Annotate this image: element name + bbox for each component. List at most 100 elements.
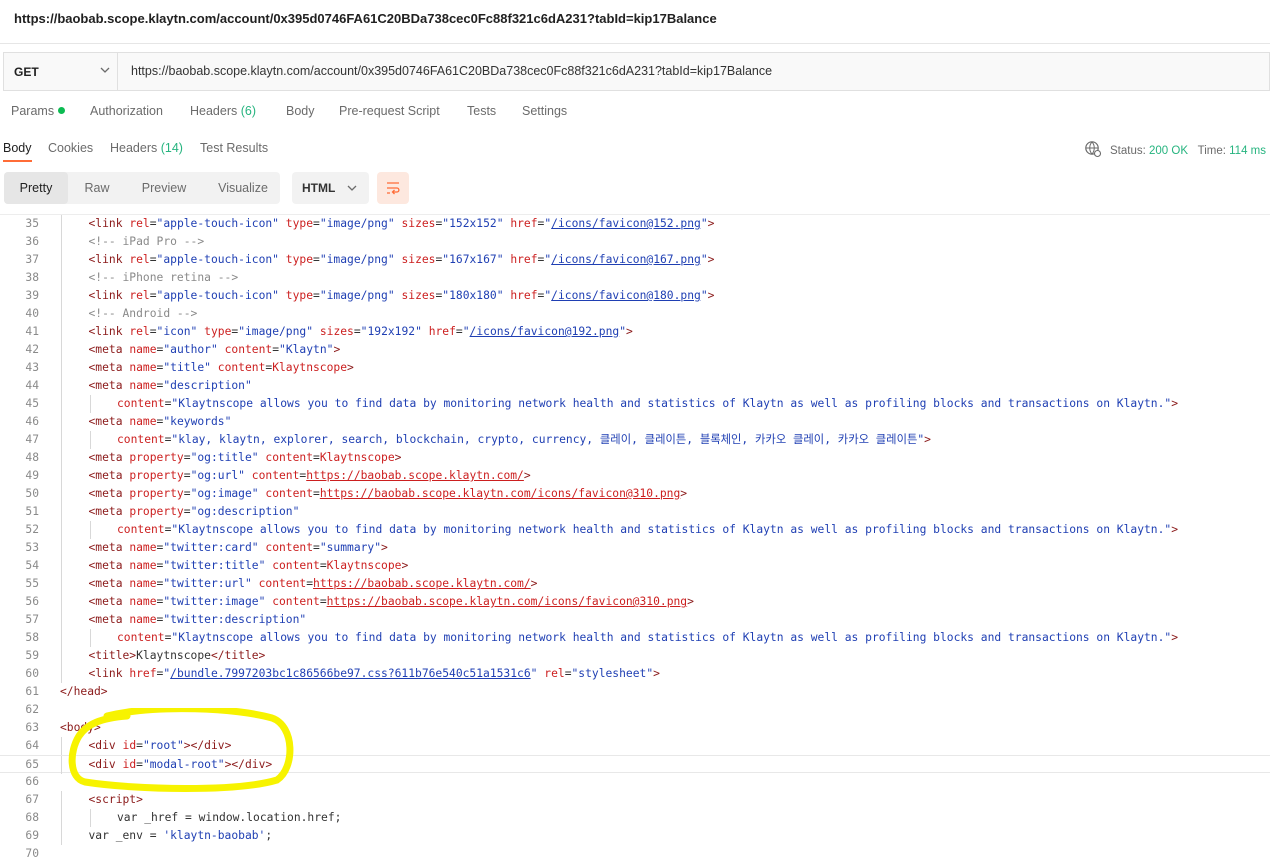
view-visualize-button[interactable]: Visualize — [206, 172, 280, 204]
code-text: content="Klaytnscope allows you to find … — [117, 397, 1179, 410]
indent-guide — [61, 269, 62, 287]
code-line: 40 <!-- Android --> — [0, 305, 1270, 323]
tab-label: Authorization — [90, 104, 163, 118]
tab-body[interactable]: Body — [286, 104, 315, 118]
response-status: Status: 200 OK Time: 114 ms — [1084, 140, 1266, 158]
line-number: 37 — [25, 253, 39, 266]
code-text: <meta name="description" — [88, 379, 252, 392]
code-line: 38 <!-- iPhone retina --> — [0, 269, 1270, 287]
indent-guide — [61, 449, 62, 467]
tab-settings[interactable]: Settings — [522, 104, 567, 118]
code-line: 42 <meta name="author" content="Klaytn"> — [0, 341, 1270, 359]
resp-tab-body[interactable]: Body — [3, 141, 32, 162]
line-number: 41 — [25, 325, 39, 338]
time-value[interactable]: 114 ms — [1229, 145, 1266, 157]
tab-label: Test Results — [200, 141, 269, 155]
line-number: 63 — [25, 721, 39, 734]
code-line: 62 — [0, 701, 1270, 719]
line-number: 46 — [25, 415, 39, 428]
code-line: 57 <meta name="twitter:description" — [0, 611, 1270, 629]
indent-guide — [61, 233, 62, 251]
indent-guide — [61, 359, 62, 377]
status-value[interactable]: 200 OK — [1149, 145, 1188, 157]
resp-tab-cookies[interactable]: Cookies — [48, 141, 93, 155]
code-line: 39 <link rel="apple-touch-icon" type="ima… — [0, 287, 1270, 305]
code-text: <meta property="og:image" content=https:… — [88, 487, 688, 500]
tab-label: Body — [286, 104, 315, 118]
format-label: HTML — [302, 181, 336, 195]
code-text: <meta name="keywords" — [88, 415, 232, 428]
line-number: 65 — [25, 758, 39, 771]
tab-authorization[interactable]: Authorization — [90, 104, 163, 118]
tab-label: Cookies — [48, 141, 94, 155]
code-text: var _env = 'klaytn-baobab'; — [88, 829, 273, 842]
tab-headers[interactable]: Headers (6) — [190, 104, 256, 118]
code-line: 56 <meta name="twitter:image" content=htt… — [0, 593, 1270, 611]
indent-guide — [61, 287, 62, 305]
tab-params[interactable]: Params — [11, 104, 66, 118]
indent-guide — [61, 431, 62, 449]
line-number: 35 — [25, 217, 39, 230]
line-number: 47 — [25, 433, 39, 446]
indent-guide — [89, 629, 91, 647]
line-number: 66 — [25, 775, 39, 788]
line-number: 57 — [25, 613, 39, 626]
resp-tab-test-results[interactable]: Test Results — [200, 141, 268, 155]
response-body-editor[interactable]: 35 <link rel="apple-touch-icon" type="ima… — [0, 214, 1270, 866]
indent-guide — [61, 305, 62, 323]
view-raw-button[interactable]: Raw — [72, 172, 122, 204]
tab-count: (6) — [240, 104, 257, 118]
view-preview-button[interactable]: Preview — [128, 172, 200, 204]
globe-icon[interactable] — [1084, 140, 1102, 158]
chevron-down-icon — [100, 67, 110, 73]
url-input[interactable]: https://baobab.scope.klaytn.com/account/… — [131, 64, 772, 78]
code-text: <meta property="og:url" content=https://… — [88, 469, 531, 482]
view-pretty-button[interactable]: Pretty — [4, 172, 68, 204]
request-bar: GET https://baobab.scope.klaytn.com/acco… — [3, 52, 1270, 91]
code-text: <meta name="twitter:card" content="summa… — [88, 541, 388, 554]
line-number: 40 — [25, 307, 39, 320]
indent-guide — [89, 431, 91, 449]
code-text: <meta name="author" content="Klaytn"> — [88, 343, 341, 356]
format-select[interactable]: HTML — [292, 172, 369, 204]
line-number: 53 — [25, 541, 39, 554]
line-number: 36 — [25, 235, 39, 248]
line-number: 58 — [25, 631, 39, 644]
code-line: 58 content="Klaytnscope allows you to fin… — [0, 629, 1270, 647]
wrap-lines-icon — [387, 182, 400, 195]
code-line: 55 <meta name="twitter:url" content=https… — [0, 575, 1270, 593]
tab-tests[interactable]: Tests — [467, 104, 496, 118]
tab-pre-request-script[interactable]: Pre-request Script — [339, 104, 440, 118]
code-line: 60 <link href="/bundle.7997203bc1c86566be… — [0, 665, 1270, 683]
code-line: 54 <meta name="twitter:title" content=Kla… — [0, 557, 1270, 575]
code-line: 45 content="Klaytnscope allows you to fin… — [0, 395, 1270, 413]
method-select[interactable]: GET — [4, 53, 118, 90]
indent-guide — [89, 809, 91, 827]
code-line: 69 var _env = 'klaytn-baobab'; — [0, 827, 1270, 845]
tab-label: Params — [11, 104, 55, 118]
code-line: 49 <meta property="og:url" content=https:… — [0, 467, 1270, 485]
params-active-dot — [58, 107, 66, 114]
indent-guide — [61, 467, 62, 485]
line-number: 54 — [25, 559, 39, 572]
line-number: 68 — [25, 811, 39, 824]
indent-guide — [61, 539, 62, 557]
tab-label: Pre-request Script — [339, 104, 440, 118]
code-text: <title>Klaytnscope</title> — [88, 649, 266, 662]
code-text: <div id="modal-root"></div> — [88, 758, 273, 771]
code-line: 68 var _href = window.location.href; — [0, 809, 1270, 827]
request-title[interactable]: https://baobab.scope.klaytn.com/account/… — [14, 11, 717, 26]
code-text: <!-- iPad Pro --> — [88, 235, 205, 248]
code-text: <meta name="twitter:url" content=https:/… — [88, 577, 538, 590]
tab-label: Headers — [190, 104, 238, 118]
line-number: 61 — [25, 685, 39, 698]
tab-label: Settings — [522, 104, 568, 118]
code-text: </head> — [60, 685, 108, 698]
code-line: 36 <!-- iPad Pro --> — [0, 233, 1270, 251]
resp-tab-headers[interactable]: Headers (14) — [110, 141, 183, 155]
indent-guide — [61, 593, 62, 611]
code-line: 52 content="Klaytnscope allows you to fin… — [0, 521, 1270, 539]
line-number: 44 — [25, 379, 39, 392]
indent-guide — [61, 756, 62, 774]
wrap-lines-button[interactable] — [377, 172, 409, 204]
